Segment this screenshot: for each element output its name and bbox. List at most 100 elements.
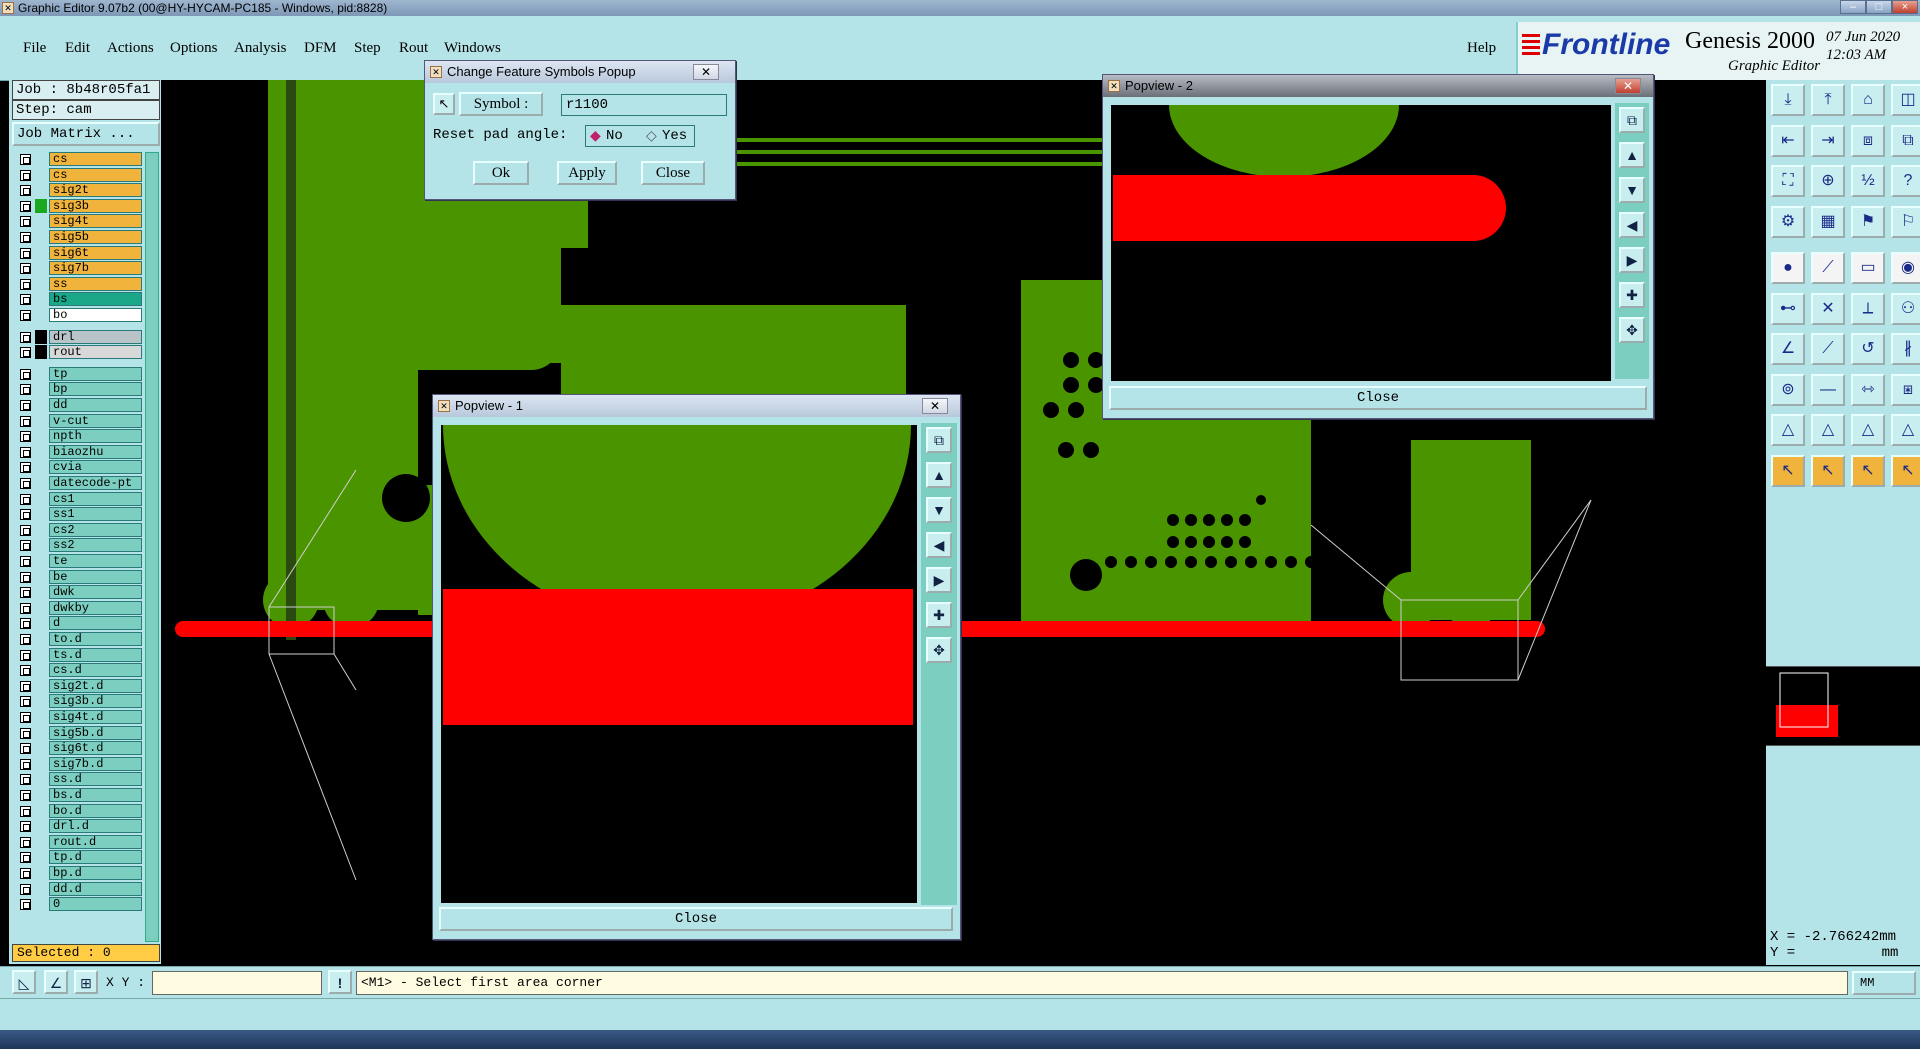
layer-row[interactable]: drl.d bbox=[12, 819, 142, 834]
layer-color-swatch[interactable] bbox=[35, 329, 47, 344]
layer-row[interactable]: sig5b bbox=[12, 230, 142, 245]
layer-checkbox[interactable] bbox=[20, 524, 31, 536]
apply-button[interactable]: Apply bbox=[557, 161, 617, 185]
popview-2-view[interactable] bbox=[1111, 105, 1611, 381]
layer-color-swatch[interactable] bbox=[35, 414, 47, 428]
layer-scrollbar[interactable] bbox=[145, 152, 159, 942]
layer-checkbox[interactable] bbox=[20, 347, 31, 359]
layer-color-swatch[interactable] bbox=[35, 554, 47, 568]
minimize-button[interactable]: – bbox=[1840, 0, 1866, 14]
layer-color-swatch[interactable] bbox=[35, 152, 47, 166]
layer-name[interactable]: be bbox=[49, 569, 142, 584]
layer-row[interactable]: ts.d bbox=[12, 647, 142, 663]
layer-color-swatch[interactable] bbox=[35, 429, 47, 443]
pv2-zoom-fit-icon[interactable]: ⧉ bbox=[1619, 107, 1645, 133]
target-icon[interactable]: ⊚ bbox=[1771, 373, 1805, 406]
layer-color-swatch[interactable] bbox=[35, 804, 47, 818]
layer-name[interactable]: sig4t bbox=[49, 214, 142, 229]
layer-color-swatch[interactable] bbox=[35, 292, 47, 306]
layer-color-swatch[interactable] bbox=[35, 585, 47, 599]
layer-checkbox[interactable] bbox=[20, 618, 31, 630]
layer-name[interactable]: v-cut bbox=[49, 413, 142, 428]
layer-checkbox[interactable] bbox=[20, 649, 31, 661]
measure-icon[interactable]: ◺ bbox=[12, 970, 36, 994]
fill-icon[interactable]: ● bbox=[1771, 252, 1805, 284]
layer-color-swatch[interactable] bbox=[35, 726, 47, 740]
pv2-zoom-in-icon[interactable]: ✚ bbox=[1619, 282, 1645, 308]
layer-checkbox[interactable] bbox=[20, 400, 31, 411]
layer-checkbox[interactable] bbox=[20, 331, 31, 343]
ok-button[interactable]: Ok bbox=[473, 161, 529, 185]
layer-name[interactable]: sig7b bbox=[49, 261, 142, 276]
pointer4-icon[interactable]: ↖ bbox=[1891, 454, 1920, 487]
layer-name[interactable]: dd.d bbox=[49, 881, 142, 896]
layer-color-swatch[interactable] bbox=[35, 772, 47, 786]
xy-input[interactable] bbox=[152, 971, 322, 995]
layer-name[interactable]: drl bbox=[49, 329, 142, 344]
menu-help[interactable]: Help bbox=[1467, 40, 1496, 57]
popview-2-close-button[interactable]: Close bbox=[1109, 386, 1647, 410]
layer-checkbox[interactable] bbox=[20, 216, 31, 228]
pv2-pan-down-icon[interactable]: ▼ bbox=[1619, 177, 1645, 203]
layer-row[interactable]: cs.d bbox=[12, 663, 142, 678]
layer-row[interactable]: tp.d bbox=[12, 850, 142, 865]
layer-row[interactable]: biaozhu bbox=[12, 444, 142, 460]
layer-color-swatch[interactable] bbox=[35, 632, 47, 646]
layer-row[interactable]: bp bbox=[12, 382, 142, 397]
mini-map[interactable] bbox=[1766, 666, 1920, 746]
layer-color-swatch[interactable] bbox=[35, 382, 47, 396]
layer-color-swatch[interactable] bbox=[35, 694, 47, 708]
pointer2-icon[interactable]: ↖ bbox=[1811, 454, 1845, 487]
layer-checkbox[interactable] bbox=[20, 185, 31, 197]
layer-name[interactable]: sig3b bbox=[49, 198, 142, 213]
layer-name[interactable]: rout bbox=[49, 345, 142, 360]
layer-checkbox[interactable] bbox=[20, 727, 31, 739]
layer-color-swatch[interactable] bbox=[35, 230, 47, 244]
layer-row[interactable]: ss.d bbox=[12, 772, 142, 787]
layer-name[interactable]: bo.d bbox=[49, 803, 142, 818]
layer-row[interactable]: sig7b.d bbox=[12, 756, 142, 772]
menu-actions[interactable]: Actions bbox=[107, 40, 154, 57]
layer-name[interactable]: ss.d bbox=[49, 772, 142, 787]
layer-checkbox[interactable] bbox=[20, 478, 31, 489]
flag-icon[interactable]: ⚑ bbox=[1851, 205, 1885, 238]
layer-color-swatch[interactable] bbox=[35, 246, 47, 260]
menu-step[interactable]: Step bbox=[354, 40, 381, 57]
layer-name[interactable]: cs2 bbox=[49, 522, 142, 537]
layer-row[interactable]: rout.d bbox=[12, 834, 142, 850]
layer-color-swatch[interactable] bbox=[35, 198, 47, 213]
layer-row[interactable]: dd.d bbox=[12, 881, 142, 897]
layer-color-swatch[interactable] bbox=[35, 788, 47, 802]
pv1-pan-up-icon[interactable]: ▲ bbox=[926, 462, 952, 488]
layer-row[interactable]: sig3b bbox=[12, 198, 142, 214]
layer-row[interactable]: cs bbox=[12, 152, 142, 167]
layer-name[interactable]: tp.d bbox=[49, 850, 142, 865]
layer-row[interactable]: cs bbox=[12, 167, 142, 183]
layer-name[interactable]: d bbox=[49, 616, 142, 631]
layer-checkbox[interactable] bbox=[20, 294, 31, 306]
parallel-icon[interactable]: ∦ bbox=[1891, 333, 1920, 365]
line-icon[interactable]: ⟋ bbox=[1811, 252, 1845, 284]
pointer3-icon[interactable]: ↖ bbox=[1851, 454, 1885, 487]
slash-icon[interactable]: ⟋ bbox=[1811, 333, 1845, 365]
layer-checkbox[interactable] bbox=[20, 587, 31, 599]
layer-row[interactable]: sig2t.d bbox=[12, 678, 142, 694]
layer-row[interactable]: dwk bbox=[12, 585, 142, 600]
popup-close-x[interactable]: ✕ bbox=[693, 64, 719, 80]
layer-row[interactable]: drl bbox=[12, 329, 142, 345]
layer-row[interactable]: v-cut bbox=[12, 413, 142, 429]
layer-checkbox[interactable] bbox=[20, 899, 31, 911]
layer-name[interactable]: sig2t bbox=[49, 183, 142, 198]
pv1-zoom-fit-icon[interactable]: ⧉ bbox=[926, 427, 952, 453]
layer-checkbox[interactable] bbox=[20, 446, 31, 458]
window-icon[interactable]: ⧉ bbox=[1891, 124, 1920, 157]
menu-options[interactable]: Options bbox=[170, 40, 218, 57]
layer-name[interactable]: cs bbox=[49, 152, 142, 166]
layer-name[interactable]: npth bbox=[49, 429, 142, 444]
layer-checkbox[interactable] bbox=[20, 278, 31, 290]
layer-row[interactable]: sig2t bbox=[12, 183, 142, 198]
layer-row[interactable]: sig4t.d bbox=[12, 710, 142, 725]
layer-checkbox[interactable] bbox=[20, 602, 31, 614]
popview-2-close-x[interactable]: ✕ bbox=[1615, 78, 1641, 94]
layer-name[interactable]: sig3b.d bbox=[49, 694, 142, 709]
